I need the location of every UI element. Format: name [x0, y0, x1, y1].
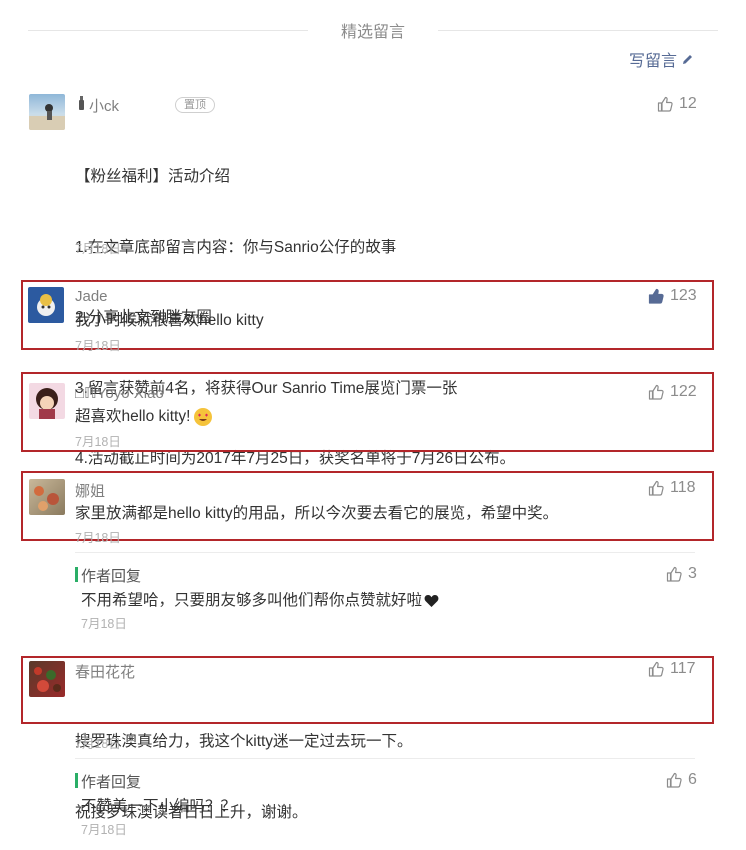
comment-text: 家里放满都是hello kitty的用品，所以今次要去看它的展览，希望中奖。 — [75, 505, 559, 522]
comment-nickname: Jade — [75, 288, 108, 305]
comment-date: 7月18日 — [75, 242, 121, 256]
write-comment-label: 写留言 — [628, 53, 677, 70]
like-button[interactable]: 3 — [666, 565, 697, 583]
comment-date: 7月18日 — [75, 435, 121, 449]
like-count: 6 — [688, 771, 697, 788]
thumbs-up-icon — [648, 384, 664, 400]
reply-divider — [75, 552, 695, 553]
reply-line: 不用希望哈，只要朋友够多叫他们帮你点赞就好啦 — [81, 592, 423, 609]
like-button[interactable]: 118 — [648, 479, 696, 497]
like-button[interactable]: 122 — [648, 383, 697, 401]
author-reply-marker — [75, 773, 78, 788]
avatar[interactable] — [29, 661, 65, 697]
avatar[interactable] — [28, 287, 64, 323]
heart-icon — [424, 594, 439, 607]
heart-eyes-emoji-icon — [194, 407, 213, 426]
author-reply-label: 作者回复 — [81, 774, 142, 791]
comment-nickname: 春田花花 — [75, 664, 136, 681]
comment-date: 7月18日 — [75, 339, 121, 353]
comment-line: 搜罗珠澳真给力，我这个kitty迷一定过去玩一下。 — [75, 733, 413, 750]
comment-nickname: 娜姐 — [75, 483, 106, 500]
comment-line: 【粉丝福利】活动介绍 — [75, 168, 231, 185]
avatar[interactable] — [29, 94, 65, 130]
comment-date: 7月18日 — [81, 617, 127, 631]
like-button[interactable]: 12 — [657, 95, 697, 113]
author-reply-label: 作者回复 — [81, 568, 142, 585]
comment-date: 7月18日 — [75, 737, 121, 751]
like-count: 122 — [670, 383, 697, 400]
avatar[interactable] — [29, 479, 65, 515]
author-reply-marker — [75, 567, 78, 582]
divider-right — [438, 30, 718, 31]
like-count: 12 — [679, 95, 697, 112]
thumbs-up-icon — [657, 96, 673, 112]
like-count: 123 — [670, 287, 697, 304]
thumbs-up-icon — [648, 661, 664, 677]
author-reply-text: 不用希望哈，只要朋友够多叫他们帮你点赞就好啦 — [81, 589, 439, 613]
comment-date: 7月18日 — [81, 823, 127, 837]
pencil-icon — [683, 54, 692, 64]
reply-divider — [75, 758, 695, 759]
avatar[interactable] — [29, 383, 65, 419]
pinned-badge: 置顶 — [175, 97, 215, 113]
like-count: 118 — [670, 479, 696, 496]
write-comment-button[interactable]: 写留言 — [629, 47, 694, 71]
thumbs-up-icon — [666, 566, 682, 582]
comment-nickname: □ℿYoyo Xiao — [75, 385, 164, 402]
comment-text: 超喜欢hello kitty! — [75, 405, 213, 429]
comment-nickname: 小ck — [89, 98, 120, 115]
like-count: 117 — [670, 660, 696, 677]
like-count: 3 — [688, 565, 697, 582]
comment-line: 超喜欢hello kitty! — [75, 408, 191, 425]
author-reply-text: 不赞美一下小编吗？？ — [81, 798, 237, 815]
like-button[interactable]: 6 — [666, 771, 697, 789]
like-button[interactable]: 123 — [648, 287, 697, 305]
thumbs-up-icon — [648, 480, 664, 496]
thumbs-up-filled-icon — [648, 288, 664, 304]
comment-text: 我小时候就很喜欢hello kitty — [75, 312, 264, 329]
comment-date: 7月18日 — [75, 531, 121, 545]
comment-line: 1.在文章底部留言内容：你与Sanrio公仔的故事 — [75, 238, 397, 256]
like-button[interactable]: 117 — [648, 660, 696, 678]
thumbs-up-icon — [666, 772, 682, 788]
bottle-icon — [77, 96, 87, 110]
